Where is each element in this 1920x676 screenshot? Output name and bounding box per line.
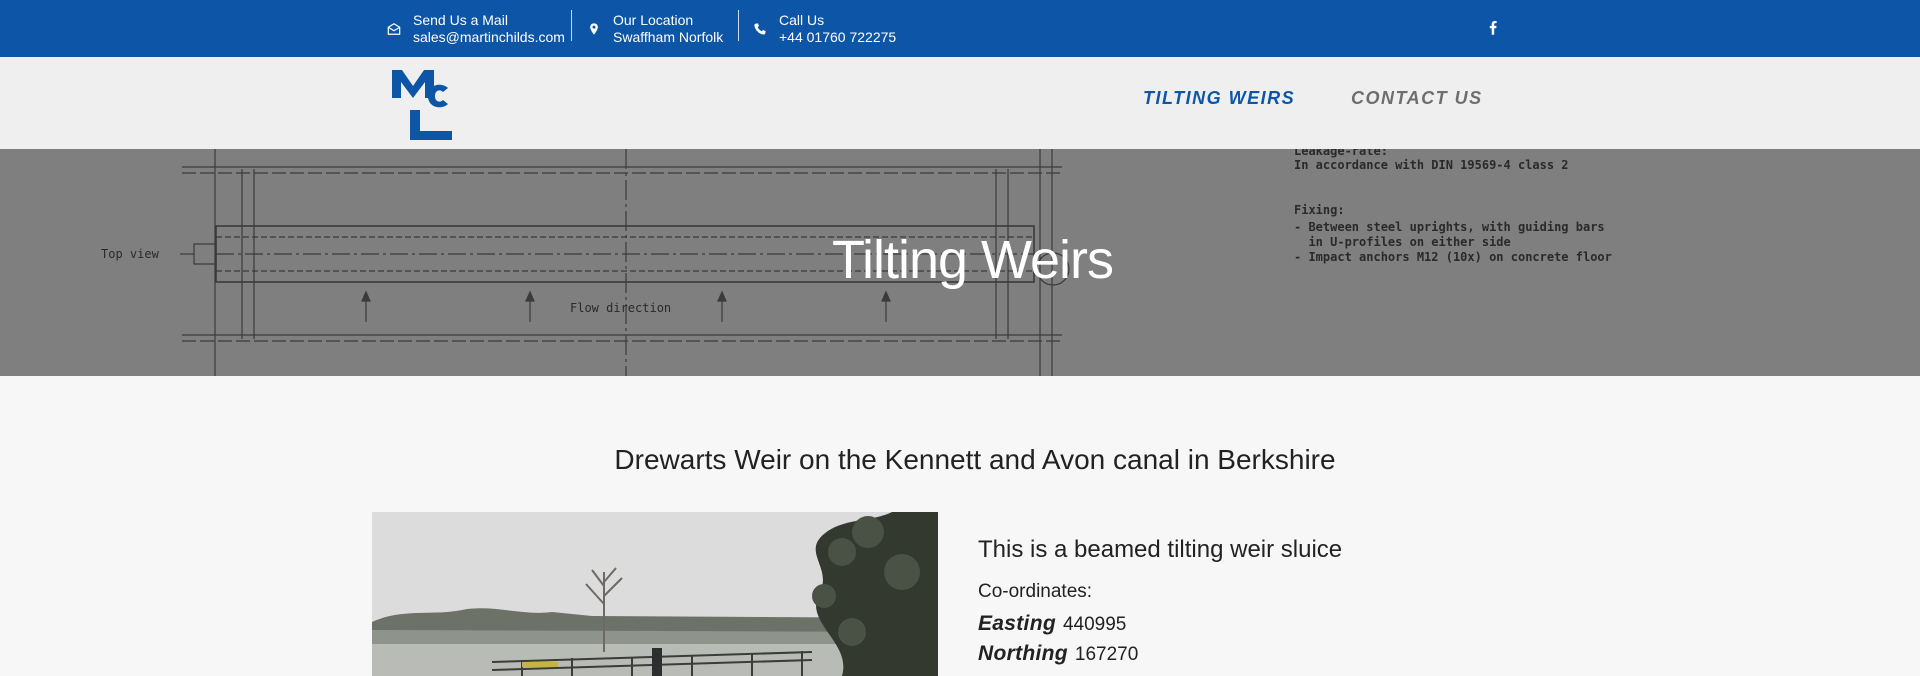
northing-value: 167270 xyxy=(1074,644,1139,665)
location-contact: Our Location Swaffham Norfolk xyxy=(587,0,723,57)
mail-label: Send Us a Mail xyxy=(413,11,508,28)
nav-tilting-weirs[interactable]: TILTING WEIRS xyxy=(1143,88,1295,109)
section-heading: Drewarts Weir on the Kennett and Avon ca… xyxy=(614,444,1336,475)
weir-description: This is a beamed tilting weir sluice xyxy=(978,536,1343,563)
page-title: Tilting Weirs xyxy=(831,230,1114,290)
envelope-icon xyxy=(387,22,401,36)
mail-address[interactable]: sales@martinchilds.com xyxy=(413,29,565,46)
coordinates-label: Co-ordinates: xyxy=(978,581,1093,602)
location-value: Swaffham Norfolk xyxy=(613,28,724,45)
weir-info: This is a beamed tilting weir sluice Co-… xyxy=(978,536,1342,672)
phone-contact[interactable]: Call Us +44 01760 722275 xyxy=(753,0,896,57)
easting-row: Easting 440995 xyxy=(978,612,1342,636)
nav-contact-us[interactable]: CONTACT US xyxy=(1351,88,1483,109)
map-pin-icon xyxy=(587,22,601,36)
weir-photo xyxy=(372,512,938,676)
drawing-leakage-text: In accordance with DIN 19569-4 class 2 xyxy=(1294,158,1569,172)
location-label: Our Location xyxy=(613,11,694,28)
mail-contact[interactable]: Send Us a Mail sales@martinchilds.com xyxy=(387,0,565,57)
easting-value: 440995 xyxy=(1062,614,1127,635)
drawing-flow-label: Flow direction xyxy=(570,301,671,315)
easting-label: Easting xyxy=(978,612,1056,635)
northing-row: Northing 167270 xyxy=(978,642,1342,666)
mcl-logo[interactable] xyxy=(390,70,454,140)
northing-label: Northing xyxy=(978,642,1068,665)
phone-icon xyxy=(753,22,767,36)
facebook-icon[interactable] xyxy=(1486,17,1500,37)
divider xyxy=(738,10,739,41)
drawing-fixing-label: Fixing: xyxy=(1294,203,1345,217)
drawing-leakage-label: Leakage-rate: xyxy=(1294,149,1388,158)
weir-photo-image xyxy=(372,512,938,676)
hero-banner: Top view Flow direction Leakage-rate: In… xyxy=(0,149,1920,376)
phone-label: Call Us xyxy=(779,11,825,28)
main-navigation xyxy=(0,57,1920,149)
divider xyxy=(571,10,572,41)
logo-mark xyxy=(392,70,452,140)
phone-number[interactable]: +44 01760 722275 xyxy=(779,29,896,46)
contact-bar: Send Us a Mail sales@martinchilds.com Ou… xyxy=(0,0,1920,57)
